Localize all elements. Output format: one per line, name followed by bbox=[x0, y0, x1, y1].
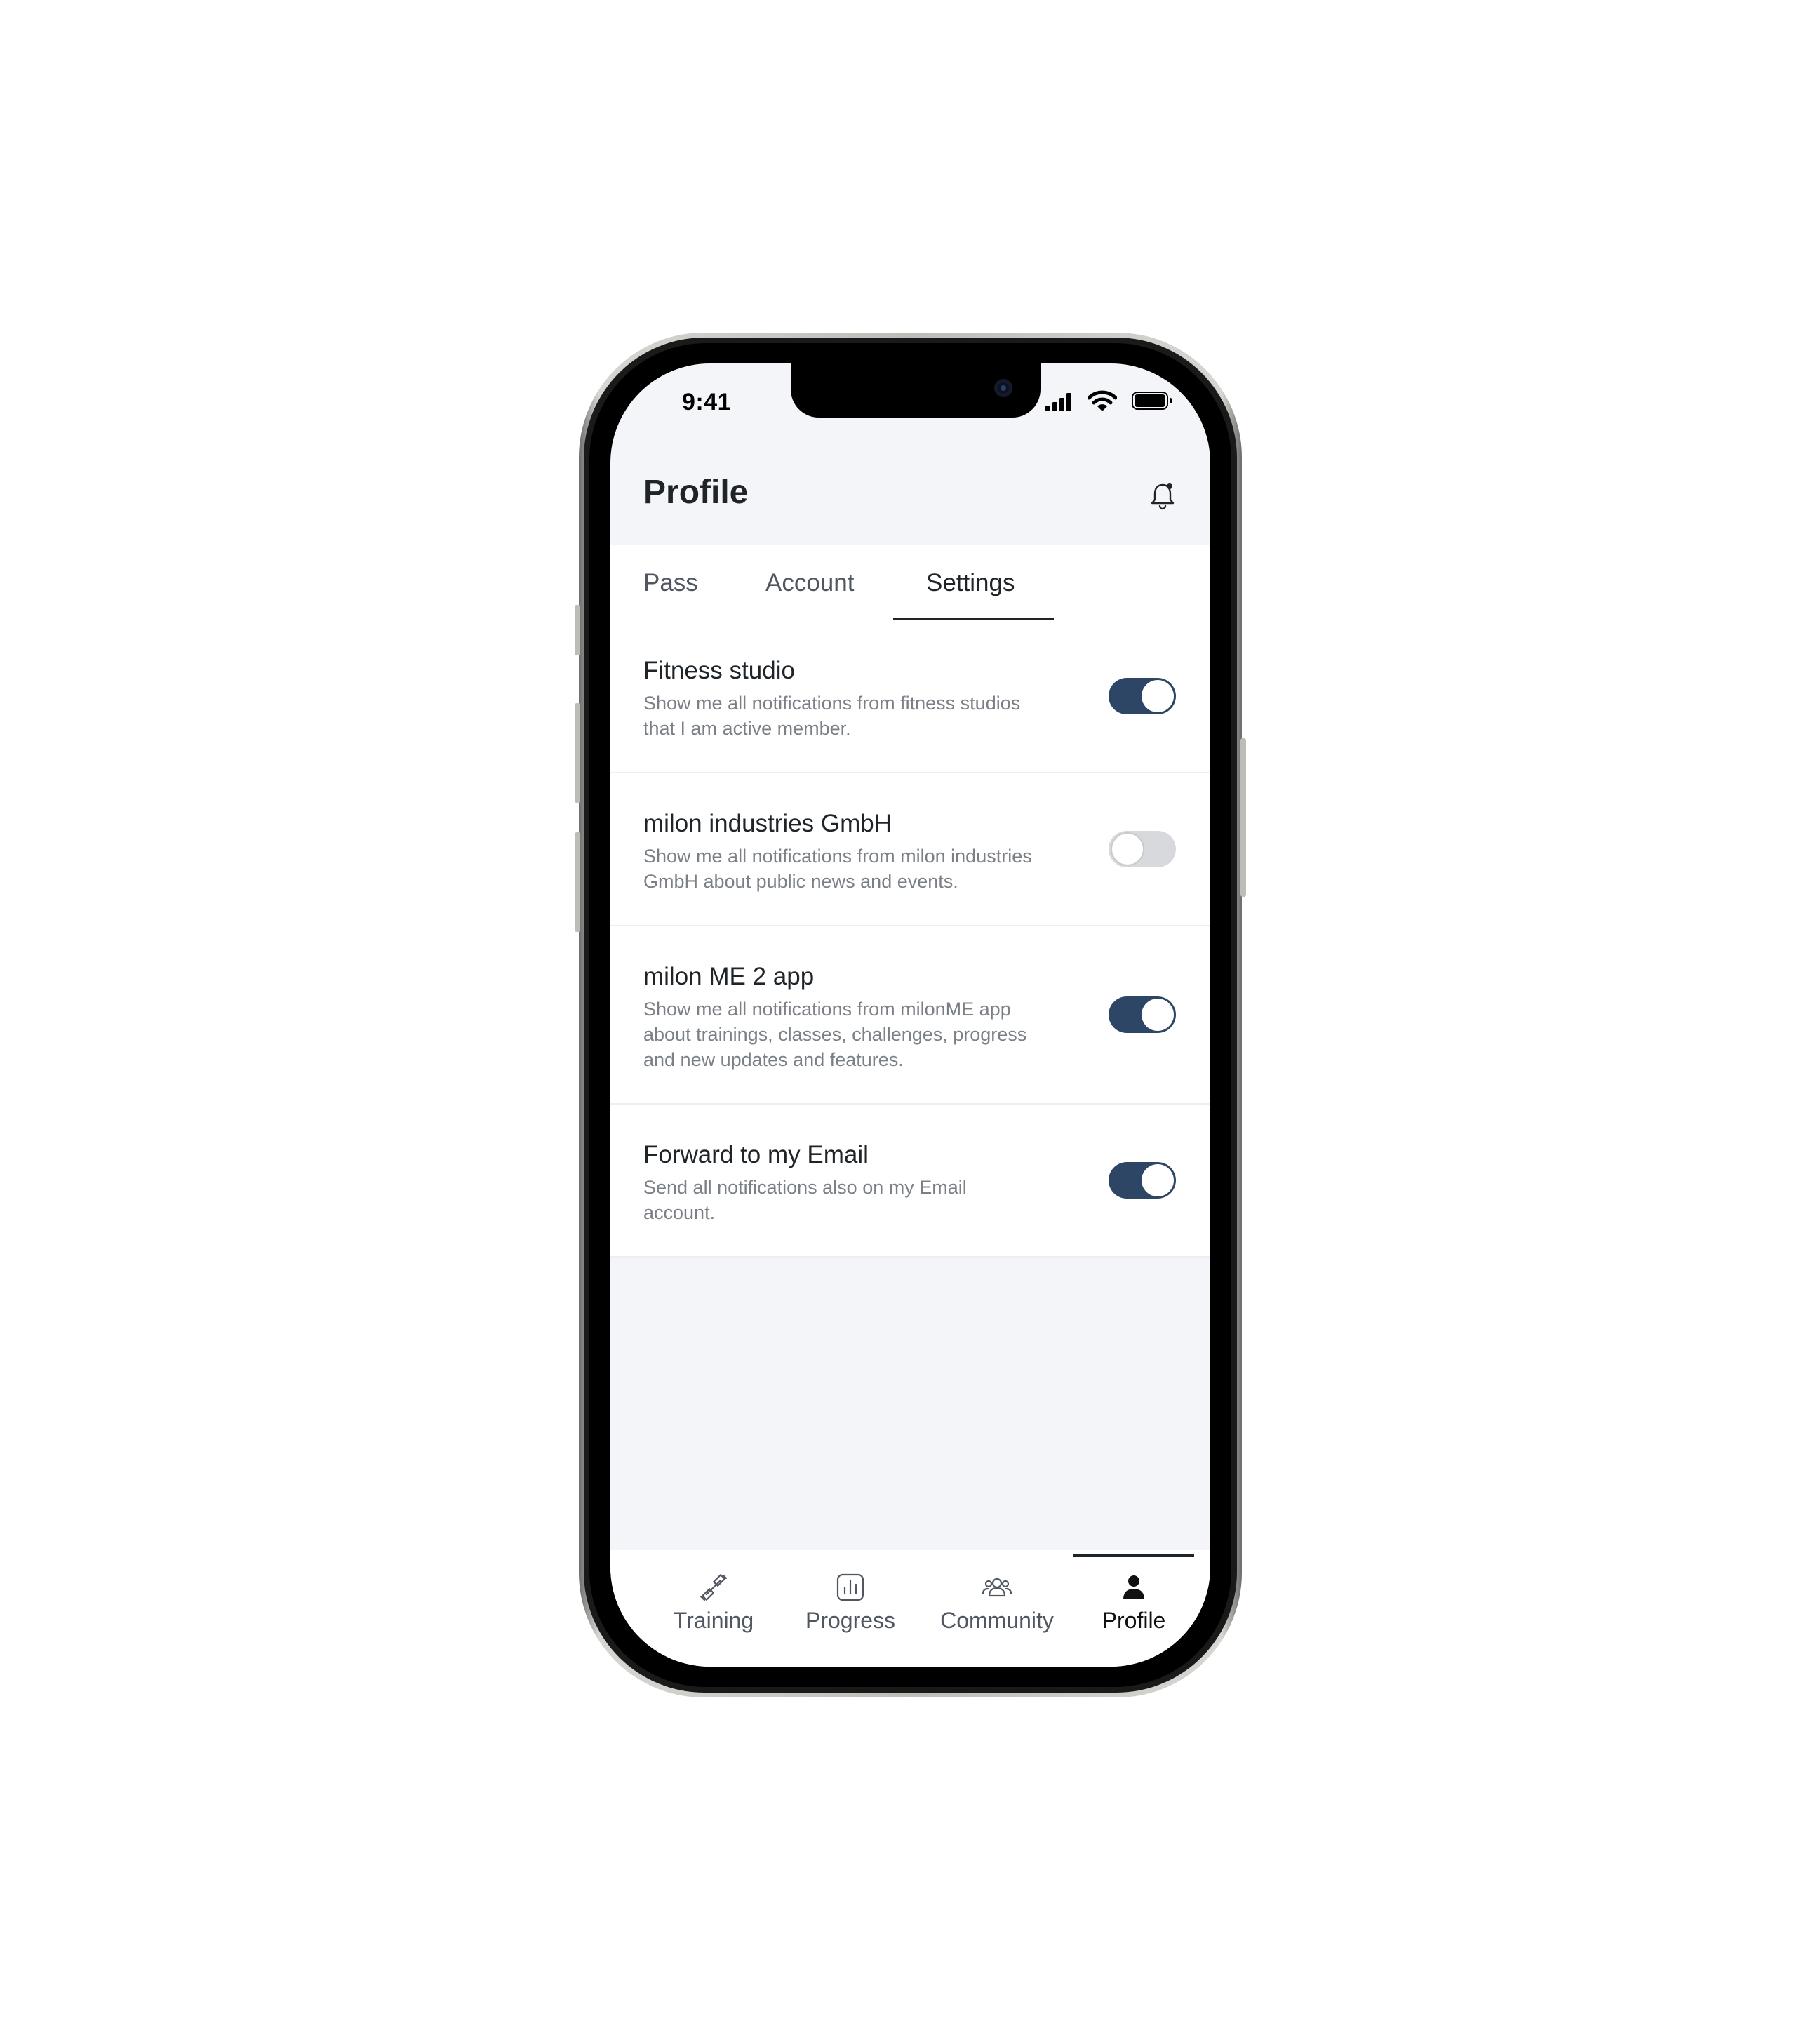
active-bottom-tab-indicator bbox=[1073, 1554, 1194, 1557]
setting-description: Show me all notifications from milonME a… bbox=[643, 999, 1027, 1070]
setting-title: Fitness studio bbox=[643, 657, 795, 684]
battery-icon bbox=[1132, 392, 1172, 410]
bottom-tab-progress[interactable]: Progress bbox=[791, 1571, 910, 1648]
front-camera bbox=[994, 379, 1012, 397]
notification-settings-list: Fitness studio Show me all notifications… bbox=[610, 620, 1210, 1258]
toggle-knob bbox=[1142, 1164, 1174, 1196]
bottom-tab-community[interactable]: Community bbox=[937, 1571, 1057, 1648]
bottom-tab-profile[interactable]: Profile bbox=[1074, 1571, 1193, 1648]
toggle-knob bbox=[1142, 680, 1174, 712]
fitness-studio-toggle[interactable] bbox=[1109, 678, 1176, 714]
setting-description: Show me all notifications from milon ind… bbox=[643, 846, 1032, 892]
wifi-icon bbox=[1088, 390, 1117, 411]
bottom-tab-label: Progress bbox=[805, 1608, 896, 1633]
tab-account[interactable]: Account bbox=[765, 569, 854, 597]
tab-pass[interactable]: Pass bbox=[643, 569, 698, 597]
setting-title: Forward to my Email bbox=[643, 1141, 869, 1168]
setting-title: milon industries GmbH bbox=[643, 810, 892, 837]
bottom-tab-label: Community bbox=[940, 1608, 1054, 1633]
setting-row-fitness-studio: Fitness studio Show me all notifications… bbox=[610, 620, 1210, 773]
person-icon bbox=[1123, 1575, 1144, 1599]
bottom-tab-label: Profile bbox=[1102, 1608, 1166, 1633]
setting-row-milon-industries: milon industries GmbH Show me all notifi… bbox=[610, 773, 1210, 926]
notch bbox=[791, 363, 1041, 418]
tab-bar-top: Pass Account Settings bbox=[610, 545, 1210, 620]
toggle-knob bbox=[1111, 832, 1144, 866]
bell-icon[interactable] bbox=[1149, 481, 1177, 512]
milon-industries-toggle[interactable] bbox=[1109, 831, 1176, 867]
status-time: 9:41 bbox=[682, 389, 732, 415]
bottom-tab-training[interactable]: Training bbox=[654, 1571, 773, 1648]
people-icon bbox=[982, 1578, 1012, 1597]
bottom-tab-bar: Training Progress Community Profile bbox=[610, 1550, 1210, 1667]
phone-volume-down-button bbox=[575, 832, 580, 932]
forward-email-toggle[interactable] bbox=[1109, 1162, 1176, 1199]
setting-row-forward-email: Forward to my Email Send all notificatio… bbox=[610, 1105, 1210, 1258]
page-title: Profile bbox=[643, 474, 749, 511]
milon-me-app-toggle[interactable] bbox=[1109, 996, 1176, 1033]
setting-row-milon-me-app: milon ME 2 app Show me all notifications… bbox=[610, 926, 1210, 1105]
phone-volume-up-button bbox=[575, 703, 580, 803]
toggle-knob bbox=[1142, 999, 1174, 1031]
phone-power-button bbox=[1240, 738, 1246, 897]
tab-settings[interactable]: Settings bbox=[926, 569, 1015, 597]
setting-description: Show me all notifications from fitness s… bbox=[643, 693, 1021, 739]
dumbbell-icon bbox=[700, 1574, 728, 1601]
phone-side-button bbox=[575, 605, 580, 655]
chart-icon bbox=[836, 1573, 864, 1601]
setting-description: Send all notifications also on my Email … bbox=[643, 1177, 967, 1223]
setting-title: milon ME 2 app bbox=[643, 963, 815, 990]
cellular-signal-icon bbox=[1045, 393, 1075, 411]
bottom-tab-label: Training bbox=[673, 1608, 754, 1633]
header: Profile bbox=[610, 441, 1210, 532]
phone-screen: 9:41 Profile Pass Account Settings Fitne… bbox=[610, 363, 1210, 1667]
